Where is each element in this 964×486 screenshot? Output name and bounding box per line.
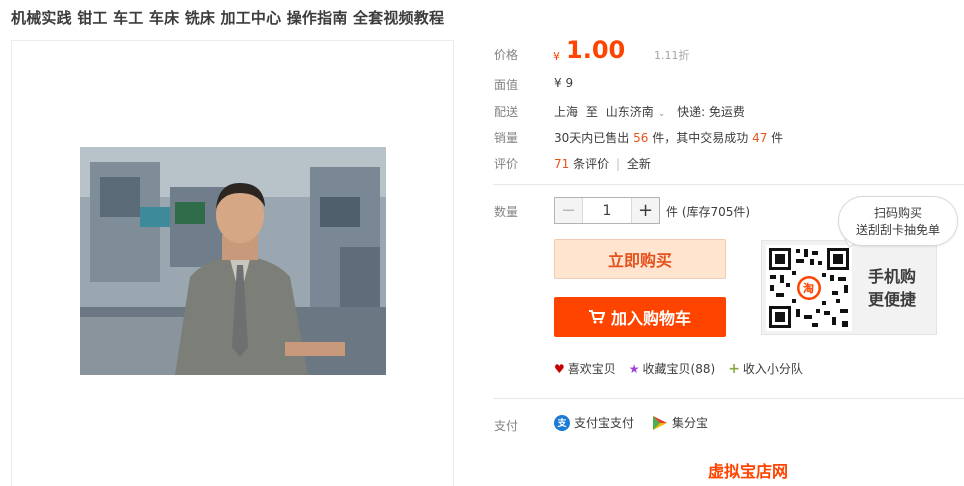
delivery-express: 快递: 免运费 — [677, 105, 745, 119]
cart-icon — [588, 310, 605, 324]
review-unit[interactable]: 条评价 — [573, 157, 609, 171]
mobile-promo-text: 手机购 更便捷 — [868, 265, 916, 311]
mobile-promo-line1: 手机购 — [868, 267, 917, 286]
sales-suffix: 件 — [771, 131, 784, 145]
payment-methods: 支 支付宝支付 集分宝 — [554, 414, 726, 431]
delivery-info: 上海 至 山东济南 ⌄ 快递: 免运费 — [554, 103, 745, 120]
quantity-decrease-button[interactable]: − — [555, 198, 583, 223]
payment-jifenbao[interactable]: 集分宝 — [652, 414, 708, 431]
price-currency: ¥ — [553, 50, 560, 63]
mobile-qr-panel: 淘 手机购 更便捷 — [761, 240, 937, 335]
bubble-line2: 送刮刮卡抽免单 — [855, 223, 940, 237]
product-photo[interactable] — [80, 147, 386, 375]
star-icon: ★ — [628, 361, 640, 376]
add-to-squad-label: 收入小分队 — [742, 362, 803, 376]
bubble-line1: 扫码购买 — [873, 206, 922, 220]
plus-icon: + — [728, 360, 740, 377]
instructor-video-still — [80, 147, 386, 375]
delivery-destination[interactable]: 山东济南 — [606, 105, 654, 119]
chevron-down-icon[interactable]: ⌄ — [658, 109, 666, 119]
reviews-info: 71 条评价 | 全新 — [554, 155, 651, 172]
reviews-label: 评价 — [494, 157, 519, 171]
product-title: 机械实践 钳工 车工 车床 铣床 加工中心 操作指南 全套视频教程 — [11, 9, 445, 27]
payment-label: 支付 — [494, 419, 519, 433]
stock-info: 件 (库存705件) — [666, 205, 751, 219]
cutoff-heading: 虚拟宝店网 — [708, 462, 789, 481]
price-label: 价格 — [494, 48, 519, 62]
buy-now-button[interactable]: 立即购买 — [554, 239, 726, 279]
quantity-input[interactable] — [583, 198, 631, 223]
sales-label: 销量 — [494, 131, 519, 145]
face-value: ¥ 9 — [554, 76, 574, 90]
price-value: 1.00 — [566, 36, 626, 64]
quantity-increase-button[interactable]: + — [631, 198, 659, 223]
product-actions: ♥ 喜欢宝贝 ★ 收藏宝贝(88) + 收入小分队 — [554, 360, 816, 377]
price-discount: 1.11折 — [654, 49, 690, 62]
review-count[interactable]: 71 — [554, 157, 569, 171]
product-gallery — [11, 40, 454, 486]
alipay-icon: 支 — [554, 414, 570, 431]
payment-alipay[interactable]: 支 支付宝支付 — [554, 414, 634, 431]
qr-taobao-badge: 淘 — [803, 282, 814, 295]
delivery-label: 配送 — [494, 105, 519, 119]
condition-badge: 全新 — [626, 157, 651, 171]
jifenbao-label: 集分宝 — [672, 416, 709, 430]
divider — [493, 184, 964, 185]
qr-code[interactable]: 淘 — [766, 245, 852, 331]
delivery-to-word: 至 — [585, 105, 598, 119]
quantity-label: 数量 — [494, 205, 519, 219]
like-button[interactable]: ♥ 喜欢宝贝 — [554, 360, 616, 377]
sales-prefix: 30天内已售出 — [554, 131, 630, 145]
alipay-label: 支付宝支付 — [574, 416, 635, 430]
scan-promo-bubble: 扫码购买 送刮刮卡抽免单 — [838, 196, 958, 246]
buy-now-label: 立即购买 — [607, 251, 672, 270]
sales-sold-count: 56 — [633, 131, 649, 145]
favorite-label: 收藏宝贝(88) — [642, 362, 716, 376]
sales-info: 30天内已售出 56 件，其中交易成功 47 件 — [554, 129, 783, 146]
like-label: 喜欢宝贝 — [567, 362, 616, 376]
add-to-squad-button[interactable]: + 收入小分队 — [728, 360, 803, 377]
add-to-cart-button[interactable]: 加入购物车 — [554, 297, 726, 337]
face-value-label: 面值 — [494, 78, 519, 92]
sales-success-count: 47 — [752, 131, 768, 145]
favorite-button[interactable]: ★ 收藏宝贝(88) — [629, 360, 715, 377]
sales-mid: 件，其中交易成功 — [652, 131, 749, 145]
mobile-promo-line2: 更便捷 — [868, 290, 917, 309]
heart-icon: ♥ — [554, 361, 565, 376]
divider — [493, 398, 964, 399]
jifenbao-icon — [653, 415, 668, 430]
add-to-cart-label: 加入购物车 — [610, 309, 691, 328]
review-separator: | — [615, 157, 620, 171]
delivery-from: 上海 — [554, 105, 579, 119]
quantity-stepper: − + — [554, 197, 660, 224]
